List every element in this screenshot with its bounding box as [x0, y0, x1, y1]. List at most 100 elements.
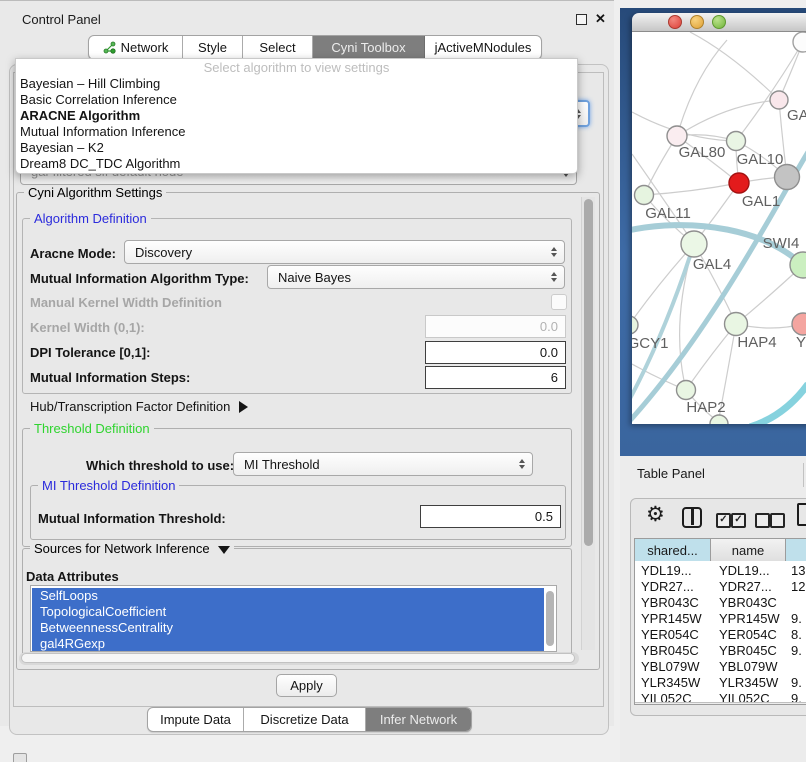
- column-layout-icon[interactable]: [682, 507, 702, 528]
- table-row-cell[interactable]: YBR043C: [719, 595, 785, 611]
- close-panel-icon[interactable]: ✕: [595, 12, 606, 26]
- label-gal4: GAL4: [693, 256, 731, 273]
- table-row-cell[interactable]: YDL19...: [641, 563, 709, 579]
- table-row-cell[interactable]: YPR145W: [641, 611, 709, 627]
- node-gal-pink[interactable]: [770, 91, 788, 109]
- table-row-cell[interactable]: 12: [791, 579, 806, 595]
- dpi-tolerance-label: DPI Tolerance [0,1]:: [30, 346, 150, 360]
- apply-button-label: Apply: [290, 678, 323, 693]
- tab-style[interactable]: Style: [183, 36, 243, 59]
- table-row-cell[interactable]: YLR345W: [719, 675, 785, 691]
- table-row-cell[interactable]: [791, 659, 806, 675]
- aracne-mode-combo[interactable]: Discovery: [124, 240, 565, 264]
- table-row-cell[interactable]: YDL19...: [719, 563, 785, 579]
- node-hap4[interactable]: [725, 313, 748, 336]
- table-row-cell[interactable]: YBR043C: [641, 595, 709, 611]
- column-header-shared-name[interactable]: shared...: [635, 539, 711, 561]
- sources-group-title[interactable]: Sources for Network Inference: [30, 542, 234, 555]
- tab-network[interactable]: Network: [89, 36, 183, 59]
- table-row-cell[interactable]: YBR045C: [719, 643, 785, 659]
- table-row-cell[interactable]: YBL079W: [719, 659, 785, 675]
- table-row-cell[interactable]: YER054C: [641, 627, 709, 643]
- mi-threshold-field[interactable]: [420, 505, 561, 528]
- mi-steps-field[interactable]: [425, 366, 566, 389]
- tab-select[interactable]: Select: [243, 36, 313, 59]
- settings-horizontal-scrollbar[interactable]: [19, 652, 579, 665]
- popup-item-mutual-information[interactable]: Mutual Information Inference: [16, 124, 577, 140]
- data-attributes-listbox: SelfLoops TopologicalCoefficient Between…: [30, 585, 557, 652]
- select-all-checkbox-icon-2[interactable]: ✓: [731, 513, 746, 528]
- popup-item-bayesian-k2[interactable]: Bayesian – K2: [16, 140, 577, 156]
- network-node-labels: GAL GAL80 GAL10 GAL1 GAL11 SWI4 GAL4 GCY…: [632, 107, 806, 416]
- node-gray[interactable]: [775, 165, 800, 190]
- tab-select-label: Select: [259, 40, 295, 55]
- select-all-checkbox-icon[interactable]: ✓: [716, 513, 731, 528]
- manual-kernel-checkbox[interactable]: [551, 294, 567, 310]
- tab-cyni-toolbox[interactable]: Cyni Toolbox: [313, 36, 425, 59]
- hub-factor-expander[interactable]: Hub/Transcription Factor Definition: [30, 400, 248, 414]
- table-row-cell[interactable]: 9.: [791, 643, 806, 659]
- network-canvas[interactable]: GAL GAL80 GAL10 GAL1 GAL11 SWI4 GAL4 GCY…: [632, 32, 806, 424]
- popup-item-basic-correlation[interactable]: Basic Correlation Inference: [16, 92, 577, 108]
- network-window-titlebar[interactable]: [632, 13, 806, 32]
- popup-item-bayesian-hill-climbing[interactable]: Bayesian – Hill Climbing: [16, 76, 577, 92]
- table-row-cell[interactable]: YBL079W: [641, 659, 709, 675]
- node-gal4[interactable]: [681, 231, 707, 257]
- table-row-cell[interactable]: YLR345W: [641, 675, 709, 691]
- settings-horizontal-scrollbar-thumb[interactable]: [21, 653, 575, 663]
- dpi-tolerance-field[interactable]: [425, 341, 566, 364]
- apply-button[interactable]: Apply: [276, 674, 337, 697]
- table-row-cell[interactable]: YDR27...: [719, 579, 785, 595]
- node-hap2[interactable]: [677, 381, 696, 400]
- mi-type-combo[interactable]: Naive Bayes: [267, 265, 565, 289]
- table-row-cell[interactable]: [791, 595, 806, 611]
- table-row-cell[interactable]: 8.: [791, 627, 806, 643]
- node-gal10[interactable]: [727, 132, 746, 151]
- deselect-all-checkbox-icon[interactable]: [755, 513, 770, 528]
- float-window-icon[interactable]: [576, 14, 587, 25]
- column-header-name[interactable]: name: [711, 539, 786, 561]
- node-gcy1[interactable]: [632, 316, 638, 334]
- node-gal80[interactable]: [667, 126, 687, 146]
- table-row-cell[interactable]: YER054C: [719, 627, 785, 643]
- label-gal-cut: GAL: [787, 107, 806, 124]
- mi-threshold-label: Mutual Information Threshold:: [38, 512, 226, 526]
- tab-impute-data[interactable]: Impute Data: [148, 708, 244, 731]
- label-hap4: HAP4: [737, 334, 776, 351]
- node-top-cut[interactable]: [793, 32, 806, 52]
- list-vertical-scrollbar-thumb[interactable]: [546, 591, 554, 646]
- node-gal1-red[interactable]: [729, 173, 749, 193]
- settings-vertical-scrollbar-thumb[interactable]: [584, 199, 593, 546]
- table-row-cell[interactable]: YBR045C: [641, 643, 709, 659]
- table-settings-gear-icon[interactable]: ⚙: [646, 504, 665, 526]
- window-minimize-button[interactable]: [690, 15, 704, 29]
- deselect-all-checkbox-icon-2[interactable]: [770, 513, 785, 528]
- node-gal11[interactable]: [635, 186, 654, 205]
- export-table-icon[interactable]: [797, 503, 806, 526]
- tab-jactivemnodules[interactable]: jActiveMNodules: [425, 36, 541, 59]
- table-row-cell[interactable]: 9.: [791, 611, 806, 627]
- table-row-cell[interactable]: 13: [791, 563, 806, 579]
- window-close-button[interactable]: [668, 15, 682, 29]
- tab-infer-network-label: Infer Network: [380, 712, 457, 727]
- window-zoom-button[interactable]: [712, 15, 726, 29]
- list-item-betweennesscentrality[interactable]: BetweennessCentrality: [32, 620, 544, 636]
- column-header-cut[interactable]: [786, 539, 806, 561]
- kernel-width-field[interactable]: [425, 315, 566, 338]
- table-row-cell[interactable]: YDR27...: [641, 579, 709, 595]
- popup-item-dream8[interactable]: Dream8 DC_TDC Algorithm: [16, 156, 577, 172]
- table-horizontal-scrollbar[interactable]: [635, 702, 806, 705]
- tab-discretize-data[interactable]: Discretize Data: [244, 708, 366, 731]
- node-salmon[interactable]: [792, 313, 806, 335]
- node-bottom-cut[interactable]: [710, 415, 728, 424]
- table-row-cell[interactable]: 9.: [791, 675, 806, 691]
- popup-item-aracne[interactable]: ARACNE Algorithm: [16, 108, 577, 124]
- which-threshold-combo[interactable]: MI Threshold: [233, 452, 533, 476]
- list-item-topologicalcoefficient[interactable]: TopologicalCoefficient: [32, 604, 544, 620]
- list-item-gal4rgexp[interactable]: gal4RGexp: [32, 636, 544, 652]
- tab-infer-network[interactable]: Infer Network: [366, 708, 471, 731]
- settings-vertical-scrollbar[interactable]: [581, 197, 595, 650]
- panel-grip[interactable]: [13, 753, 27, 762]
- table-row-cell[interactable]: YPR145W: [719, 611, 785, 627]
- list-item-selfloops[interactable]: SelfLoops: [32, 588, 544, 604]
